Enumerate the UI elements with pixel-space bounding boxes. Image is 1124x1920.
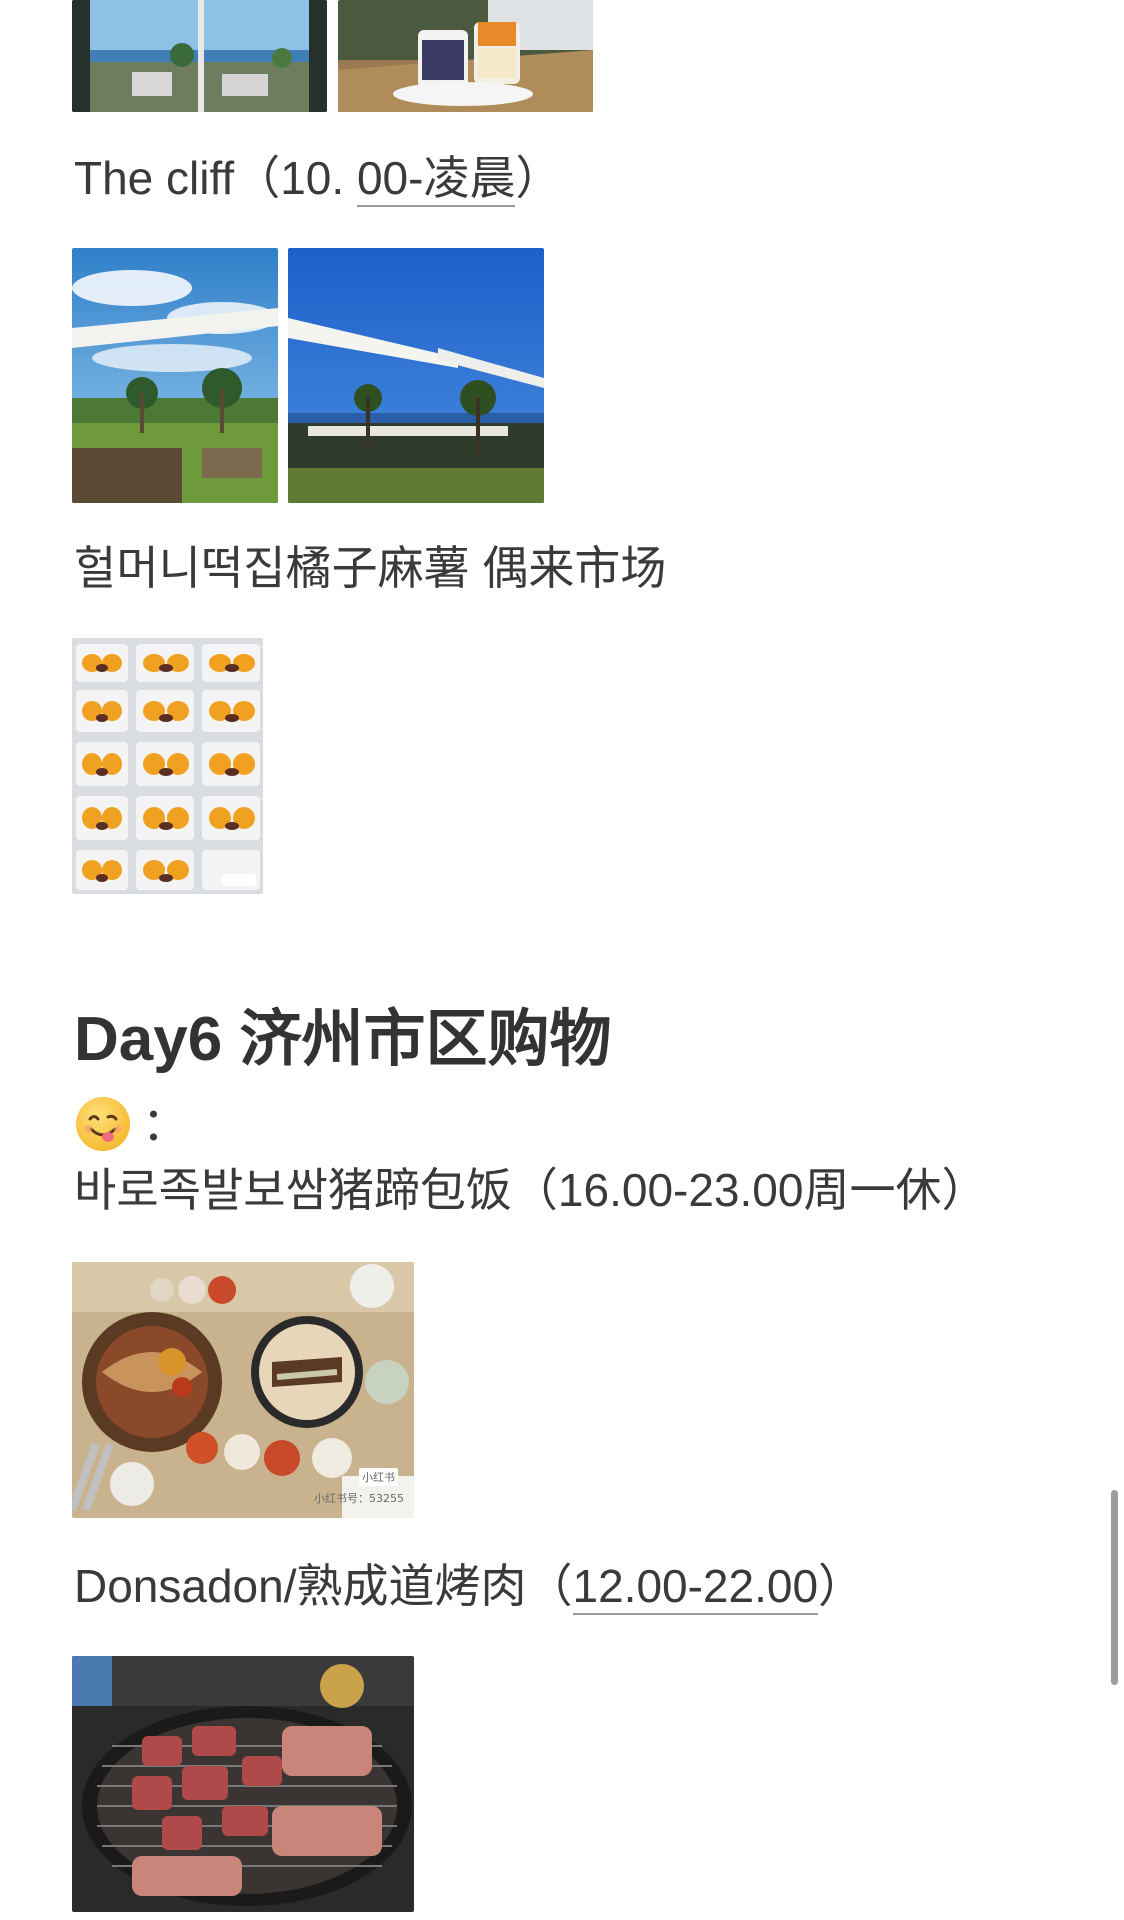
the-cliff-line: The cliff（10. 00-凌晨） xyxy=(74,148,561,208)
market-item-line: 헐머니떡집橘子麻薯 偶来市场 xyxy=(74,542,667,594)
the-cliff-hours-prefix: （10. xyxy=(234,152,357,204)
bbq-grill-image xyxy=(72,1656,414,1912)
watermark-badge xyxy=(222,874,256,886)
restaurant-2-line: Donsadon/熟成道烤肉（12.00-22.00） xyxy=(74,1556,864,1616)
restaurant-1-line: 바로족발보쌈猪蹄包饭（16.00-23.00周一休） xyxy=(74,1164,988,1216)
restaurant-2-suffix: ） xyxy=(818,1560,865,1612)
photo-seaside-terrace[interactable] xyxy=(72,0,327,112)
vertical-scrollbar[interactable] xyxy=(1111,1490,1118,1685)
dessert-tray-image xyxy=(338,0,593,112)
cliff-cafe-image-1 xyxy=(72,248,278,503)
restaurant-2-name: Donsadon/熟成道烤肉（ xyxy=(74,1560,573,1612)
yum-face-emoji-icon xyxy=(74,1095,132,1153)
day6-heading: Day6 济州市区购物 xyxy=(74,1005,612,1074)
tangerine-mochi-image xyxy=(72,638,263,894)
the-cliff-name: The cliff xyxy=(74,152,235,204)
seaside-terrace-image xyxy=(72,0,327,112)
photo-cliff-cafe-2[interactable] xyxy=(288,248,544,503)
photo-cliff-cafe-1[interactable] xyxy=(72,248,278,503)
restaurant-2-hours-link[interactable]: 12.00-22.00 xyxy=(572,1560,819,1615)
the-cliff-hours-suffix: ） xyxy=(515,152,562,204)
the-cliff-hours-link[interactable]: 00-凌晨 xyxy=(356,152,516,207)
emoji-row: ： xyxy=(74,1092,188,1156)
watermark-brand: 小红书 xyxy=(359,1468,398,1486)
cliff-cafe-image-2 xyxy=(288,248,544,503)
emoji-colon: ： xyxy=(142,1098,188,1150)
watermark-id: 小红书号：53255 xyxy=(314,1492,404,1505)
photo-bbq-grill[interactable] xyxy=(72,1656,414,1912)
photo-dessert-tray[interactable] xyxy=(338,0,593,112)
photo-tangerine-mochi[interactable] xyxy=(72,638,263,894)
photo-bossam-spread[interactable]: 小红书 小红书号：53255 xyxy=(72,1262,414,1518)
